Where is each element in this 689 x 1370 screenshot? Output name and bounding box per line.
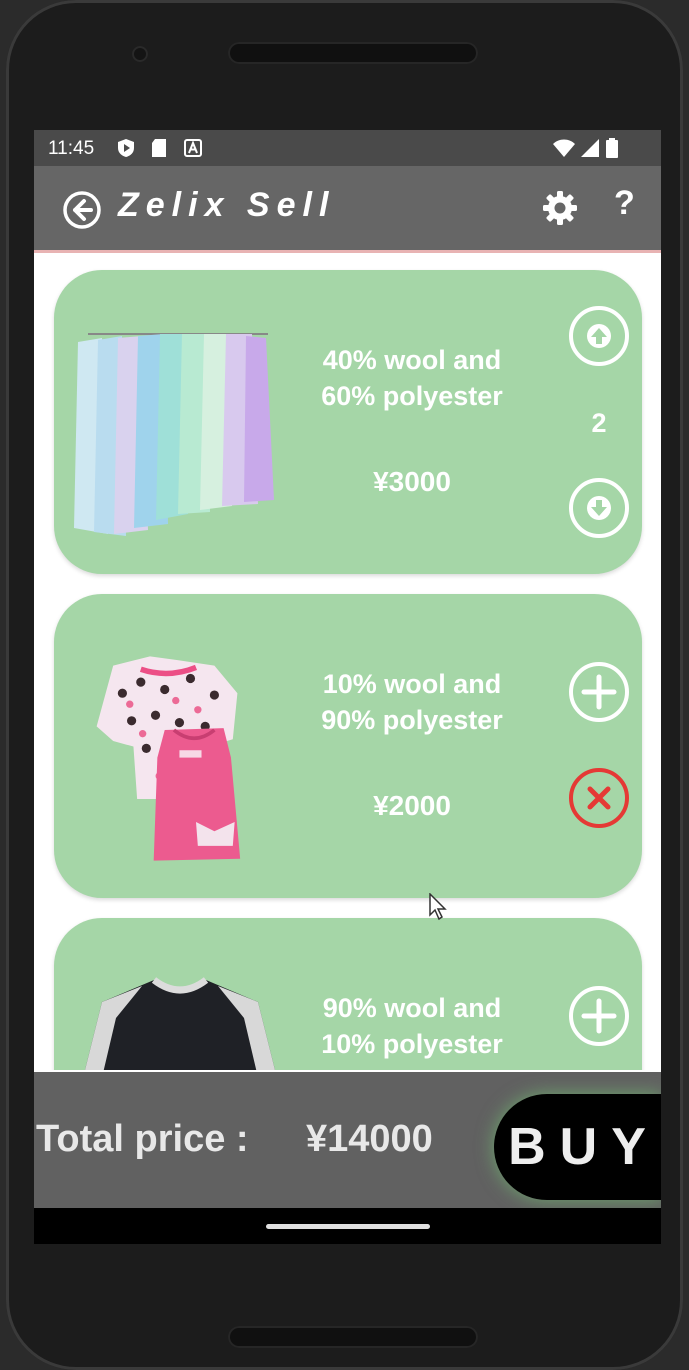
item-price: ¥3000 bbox=[373, 466, 451, 497]
plus-icon[interactable] bbox=[567, 660, 631, 724]
status-bar: 11:45 bbox=[34, 130, 661, 166]
system-nav-bar bbox=[34, 1208, 661, 1244]
item-price: ¥2000 bbox=[373, 790, 451, 821]
app-title: Zelix Sell bbox=[118, 186, 336, 224]
item-description: 10% wool and 90% polyester bbox=[321, 669, 503, 735]
help-button[interactable]: ? bbox=[614, 184, 635, 223]
home-gesture-pill[interactable] bbox=[266, 1224, 430, 1229]
cart-list[interactable]: 40% wool and 60% polyester ¥3000 2 10% w… bbox=[34, 254, 661, 1070]
cart-item-card: 10% wool and 90% polyester ¥2000 bbox=[54, 594, 642, 898]
status-time: 11:45 bbox=[48, 138, 95, 159]
shirts-on-hangers-image bbox=[74, 333, 274, 536]
baby-dress-image bbox=[96, 656, 241, 861]
tshirt-image bbox=[85, 977, 275, 1070]
shield-play-icon bbox=[118, 139, 134, 157]
arrow-down-icon[interactable] bbox=[567, 476, 631, 540]
item-quantity: 2 bbox=[591, 408, 607, 438]
bottom-speaker bbox=[228, 1326, 478, 1348]
close-icon[interactable] bbox=[567, 766, 631, 830]
cart-item-card: 90% wool and 10% polyester bbox=[54, 918, 642, 1070]
total-price-label: Total price : bbox=[36, 1118, 249, 1160]
battery-icon bbox=[606, 138, 618, 158]
front-camera bbox=[132, 46, 148, 62]
sd-card-icon bbox=[152, 139, 166, 157]
app-bar: Zelix Sell ? bbox=[34, 166, 661, 250]
buy-button[interactable]: BUY bbox=[494, 1094, 661, 1200]
back-arrow-icon[interactable] bbox=[62, 190, 102, 230]
checkout-bar: Total price : ¥14000 BUY bbox=[34, 1072, 661, 1208]
total-price-value: ¥14000 bbox=[306, 1118, 433, 1160]
a-letter-icon bbox=[184, 139, 202, 157]
cart-item-card: 40% wool and 60% polyester ¥3000 2 bbox=[54, 270, 642, 574]
plus-icon[interactable] bbox=[567, 984, 631, 1048]
item-description: 90% wool and 10% polyester bbox=[321, 993, 503, 1059]
arrow-up-icon[interactable] bbox=[567, 304, 631, 368]
mouse-cursor-icon bbox=[429, 893, 447, 921]
wifi-icon bbox=[553, 139, 575, 157]
earpiece-speaker bbox=[228, 42, 478, 64]
cellular-signal-icon bbox=[581, 139, 599, 157]
item-description: 40% wool and 60% polyester bbox=[321, 345, 503, 411]
app-screen: 11:45 Zelix Sell ? 40% wool and 60% poly… bbox=[34, 130, 661, 1244]
gear-icon[interactable] bbox=[542, 190, 578, 226]
